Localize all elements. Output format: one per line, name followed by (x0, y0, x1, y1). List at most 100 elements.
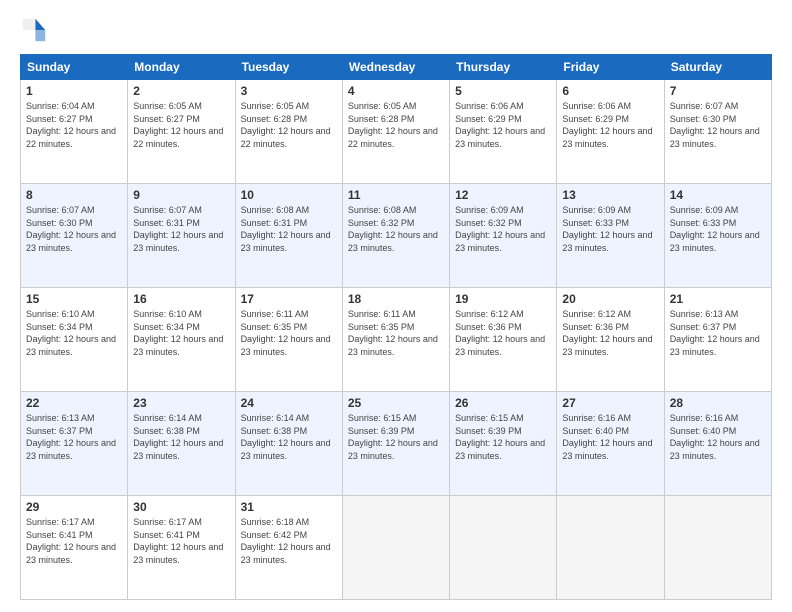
week-row-3: 15 Sunrise: 6:10 AMSunset: 6:34 PMDaylig… (21, 288, 772, 392)
header-cell-monday: Monday (128, 55, 235, 80)
day-number: 17 (241, 292, 337, 306)
logo (20, 16, 52, 44)
day-cell: 28 Sunrise: 6:16 AMSunset: 6:40 PMDaylig… (664, 392, 771, 496)
day-cell (450, 496, 557, 600)
day-cell (342, 496, 449, 600)
day-cell: 25 Sunrise: 6:15 AMSunset: 6:39 PMDaylig… (342, 392, 449, 496)
day-number: 9 (133, 188, 229, 202)
day-number: 30 (133, 500, 229, 514)
day-detail: Sunrise: 6:17 AMSunset: 6:41 PMDaylight:… (133, 516, 229, 566)
day-detail: Sunrise: 6:16 AMSunset: 6:40 PMDaylight:… (562, 412, 658, 462)
day-cell: 15 Sunrise: 6:10 AMSunset: 6:34 PMDaylig… (21, 288, 128, 392)
header (20, 16, 772, 44)
day-detail: Sunrise: 6:13 AMSunset: 6:37 PMDaylight:… (26, 412, 122, 462)
day-detail: Sunrise: 6:18 AMSunset: 6:42 PMDaylight:… (241, 516, 337, 566)
day-number: 24 (241, 396, 337, 410)
header-cell-wednesday: Wednesday (342, 55, 449, 80)
day-detail: Sunrise: 6:08 AMSunset: 6:31 PMDaylight:… (241, 204, 337, 254)
day-number: 6 (562, 84, 658, 98)
day-detail: Sunrise: 6:13 AMSunset: 6:37 PMDaylight:… (670, 308, 766, 358)
day-detail: Sunrise: 6:05 AMSunset: 6:28 PMDaylight:… (348, 100, 444, 150)
day-cell: 22 Sunrise: 6:13 AMSunset: 6:37 PMDaylig… (21, 392, 128, 496)
day-cell: 24 Sunrise: 6:14 AMSunset: 6:38 PMDaylig… (235, 392, 342, 496)
day-cell: 10 Sunrise: 6:08 AMSunset: 6:31 PMDaylig… (235, 184, 342, 288)
day-cell: 6 Sunrise: 6:06 AMSunset: 6:29 PMDayligh… (557, 80, 664, 184)
day-detail: Sunrise: 6:12 AMSunset: 6:36 PMDaylight:… (455, 308, 551, 358)
day-detail: Sunrise: 6:07 AMSunset: 6:31 PMDaylight:… (133, 204, 229, 254)
day-detail: Sunrise: 6:09 AMSunset: 6:33 PMDaylight:… (562, 204, 658, 254)
page: SundayMondayTuesdayWednesdayThursdayFrid… (0, 0, 792, 612)
day-cell: 5 Sunrise: 6:06 AMSunset: 6:29 PMDayligh… (450, 80, 557, 184)
day-detail: Sunrise: 6:06 AMSunset: 6:29 PMDaylight:… (455, 100, 551, 150)
day-number: 7 (670, 84, 766, 98)
day-detail: Sunrise: 6:12 AMSunset: 6:36 PMDaylight:… (562, 308, 658, 358)
week-row-4: 22 Sunrise: 6:13 AMSunset: 6:37 PMDaylig… (21, 392, 772, 496)
day-cell: 2 Sunrise: 6:05 AMSunset: 6:27 PMDayligh… (128, 80, 235, 184)
day-detail: Sunrise: 6:09 AMSunset: 6:33 PMDaylight:… (670, 204, 766, 254)
day-number: 15 (26, 292, 122, 306)
day-cell: 27 Sunrise: 6:16 AMSunset: 6:40 PMDaylig… (557, 392, 664, 496)
day-number: 2 (133, 84, 229, 98)
day-detail: Sunrise: 6:15 AMSunset: 6:39 PMDaylight:… (455, 412, 551, 462)
day-detail: Sunrise: 6:14 AMSunset: 6:38 PMDaylight:… (133, 412, 229, 462)
header-cell-saturday: Saturday (664, 55, 771, 80)
day-number: 8 (26, 188, 122, 202)
day-number: 13 (562, 188, 658, 202)
day-detail: Sunrise: 6:11 AMSunset: 6:35 PMDaylight:… (241, 308, 337, 358)
day-cell: 20 Sunrise: 6:12 AMSunset: 6:36 PMDaylig… (557, 288, 664, 392)
day-cell: 12 Sunrise: 6:09 AMSunset: 6:32 PMDaylig… (450, 184, 557, 288)
week-row-1: 1 Sunrise: 6:04 AMSunset: 6:27 PMDayligh… (21, 80, 772, 184)
day-cell: 29 Sunrise: 6:17 AMSunset: 6:41 PMDaylig… (21, 496, 128, 600)
day-number: 5 (455, 84, 551, 98)
day-cell: 23 Sunrise: 6:14 AMSunset: 6:38 PMDaylig… (128, 392, 235, 496)
day-number: 4 (348, 84, 444, 98)
day-number: 3 (241, 84, 337, 98)
day-number: 16 (133, 292, 229, 306)
day-detail: Sunrise: 6:09 AMSunset: 6:32 PMDaylight:… (455, 204, 551, 254)
day-number: 26 (455, 396, 551, 410)
day-detail: Sunrise: 6:05 AMSunset: 6:27 PMDaylight:… (133, 100, 229, 150)
day-detail: Sunrise: 6:11 AMSunset: 6:35 PMDaylight:… (348, 308, 444, 358)
day-number: 20 (562, 292, 658, 306)
header-cell-tuesday: Tuesday (235, 55, 342, 80)
calendar-table: SundayMondayTuesdayWednesdayThursdayFrid… (20, 54, 772, 600)
day-detail: Sunrise: 6:17 AMSunset: 6:41 PMDaylight:… (26, 516, 122, 566)
day-cell: 21 Sunrise: 6:13 AMSunset: 6:37 PMDaylig… (664, 288, 771, 392)
day-detail: Sunrise: 6:14 AMSunset: 6:38 PMDaylight:… (241, 412, 337, 462)
header-cell-sunday: Sunday (21, 55, 128, 80)
day-number: 11 (348, 188, 444, 202)
day-cell: 17 Sunrise: 6:11 AMSunset: 6:35 PMDaylig… (235, 288, 342, 392)
day-cell: 3 Sunrise: 6:05 AMSunset: 6:28 PMDayligh… (235, 80, 342, 184)
day-cell: 9 Sunrise: 6:07 AMSunset: 6:31 PMDayligh… (128, 184, 235, 288)
logo-icon (20, 16, 48, 44)
header-cell-thursday: Thursday (450, 55, 557, 80)
day-cell: 30 Sunrise: 6:17 AMSunset: 6:41 PMDaylig… (128, 496, 235, 600)
day-detail: Sunrise: 6:05 AMSunset: 6:28 PMDaylight:… (241, 100, 337, 150)
day-number: 1 (26, 84, 122, 98)
day-detail: Sunrise: 6:15 AMSunset: 6:39 PMDaylight:… (348, 412, 444, 462)
day-number: 10 (241, 188, 337, 202)
day-cell: 8 Sunrise: 6:07 AMSunset: 6:30 PMDayligh… (21, 184, 128, 288)
day-detail: Sunrise: 6:10 AMSunset: 6:34 PMDaylight:… (26, 308, 122, 358)
day-number: 27 (562, 396, 658, 410)
week-row-5: 29 Sunrise: 6:17 AMSunset: 6:41 PMDaylig… (21, 496, 772, 600)
day-detail: Sunrise: 6:04 AMSunset: 6:27 PMDaylight:… (26, 100, 122, 150)
day-detail: Sunrise: 6:07 AMSunset: 6:30 PMDaylight:… (670, 100, 766, 150)
day-cell: 11 Sunrise: 6:08 AMSunset: 6:32 PMDaylig… (342, 184, 449, 288)
week-row-2: 8 Sunrise: 6:07 AMSunset: 6:30 PMDayligh… (21, 184, 772, 288)
day-cell: 14 Sunrise: 6:09 AMSunset: 6:33 PMDaylig… (664, 184, 771, 288)
day-number: 12 (455, 188, 551, 202)
day-detail: Sunrise: 6:06 AMSunset: 6:29 PMDaylight:… (562, 100, 658, 150)
day-detail: Sunrise: 6:07 AMSunset: 6:30 PMDaylight:… (26, 204, 122, 254)
day-number: 18 (348, 292, 444, 306)
day-cell: 16 Sunrise: 6:10 AMSunset: 6:34 PMDaylig… (128, 288, 235, 392)
header-row: SundayMondayTuesdayWednesdayThursdayFrid… (21, 55, 772, 80)
day-number: 25 (348, 396, 444, 410)
day-detail: Sunrise: 6:10 AMSunset: 6:34 PMDaylight:… (133, 308, 229, 358)
day-cell: 19 Sunrise: 6:12 AMSunset: 6:36 PMDaylig… (450, 288, 557, 392)
day-number: 31 (241, 500, 337, 514)
day-number: 22 (26, 396, 122, 410)
day-cell: 4 Sunrise: 6:05 AMSunset: 6:28 PMDayligh… (342, 80, 449, 184)
day-detail: Sunrise: 6:16 AMSunset: 6:40 PMDaylight:… (670, 412, 766, 462)
day-cell (557, 496, 664, 600)
